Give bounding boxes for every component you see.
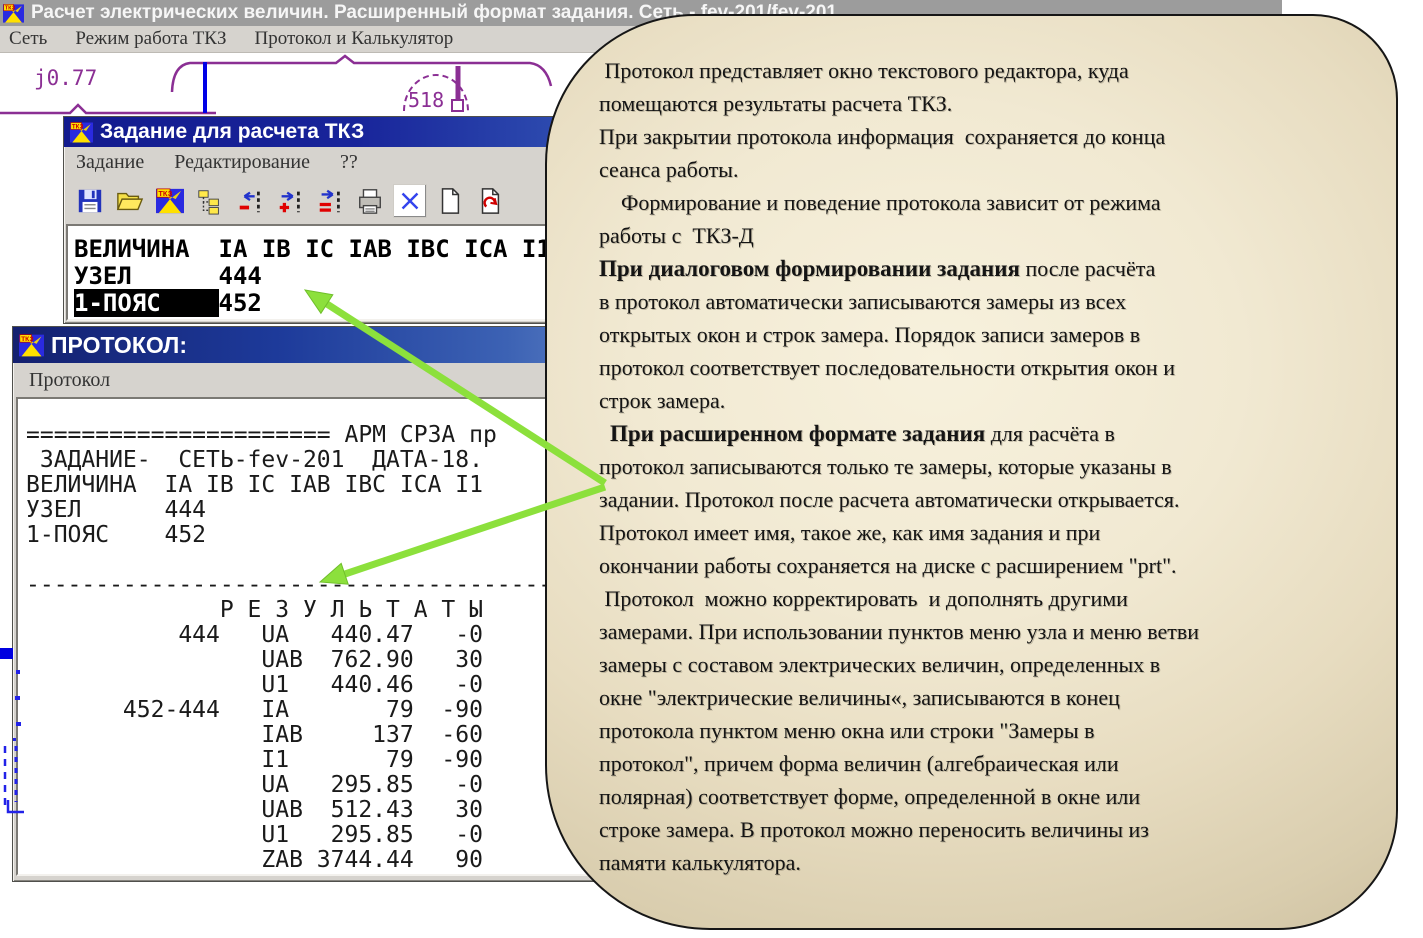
move-left-remove-button[interactable] — [234, 185, 266, 217]
open-button[interactable] — [114, 185, 146, 217]
delete-x-icon — [396, 187, 424, 215]
callout-paragraph: Протокол представляет окно текстового ре… — [599, 58, 1165, 248]
menu-set[interactable]: Сеть — [9, 28, 47, 50]
delete-button[interactable] — [394, 185, 426, 217]
move-right-add-button[interactable] — [274, 185, 306, 217]
menu-help[interactable]: ?? — [340, 151, 358, 174]
callout-bold-dialog-mode: При диалоговом формировании задания — [599, 256, 1020, 281]
callout-text: Протокол представляет окно текстового ре… — [599, 54, 1372, 879]
tkz-window-icon: ТКЗ — [70, 121, 93, 144]
move-left-remove-icon — [236, 187, 264, 215]
tkz-window-icon: ТКЗ — [19, 333, 44, 358]
svg-text:ТКЗ: ТКЗ — [72, 123, 84, 130]
screen: { "main_window": { "title": "Расчет элек… — [0, 0, 1423, 938]
print-icon — [356, 187, 384, 215]
new-doc-button[interactable] — [434, 185, 466, 217]
callout-bold-extended-mode: При расширенном формате задания — [610, 421, 985, 446]
menu-protokol-kalkulyator[interactable]: Протокол и Калькулятор — [255, 28, 454, 50]
current-label: 518 — [408, 88, 444, 112]
append-right-button[interactable] — [314, 185, 346, 217]
callout-paragraph: для расчёта в протокол записываются толь… — [599, 421, 1199, 875]
open-folder-icon — [116, 187, 144, 215]
save-button[interactable] — [74, 185, 106, 217]
task-window-title: Задание для расчета ТКЗ — [100, 120, 364, 144]
tkz-app-icon: ТКЗ — [3, 3, 24, 24]
diagram-fragment-marks — [0, 640, 30, 830]
append-right-icon — [316, 187, 344, 215]
network-diagram: 518 j0.77 — [0, 52, 570, 122]
print-button[interactable] — [354, 185, 386, 217]
selected-cell[interactable]: 1-ПОЯС — [74, 289, 219, 317]
protocol-window-title: ПРОТОКОЛ: — [51, 332, 187, 359]
svg-text:ТКЗ: ТКЗ — [21, 335, 34, 342]
reactance-label: j0.77 — [34, 66, 97, 90]
menu-zadanie[interactable]: Задание — [76, 151, 144, 174]
revert-doc-icon — [476, 187, 504, 215]
svg-text:ТКЗ: ТКЗ — [5, 5, 16, 11]
callout-paragraph: после расчёта в протокол автоматически з… — [599, 256, 1175, 446]
menu-rezhim-tkz[interactable]: Режим работа ТКЗ — [75, 28, 226, 50]
new-doc-icon — [436, 187, 464, 215]
menu-redaktirovanie[interactable]: Редактирование — [174, 151, 310, 174]
svg-text:ТКЗ: ТКЗ — [158, 189, 172, 198]
selected-cell-value: 452 — [219, 289, 262, 317]
save-icon — [76, 187, 104, 215]
tree-icon — [196, 187, 224, 215]
menu-protokol[interactable]: Протокол — [29, 369, 110, 392]
move-right-add-icon — [276, 187, 304, 215]
callout-bubble: Протокол представляет окно текстового ре… — [545, 14, 1398, 930]
node-square — [452, 100, 463, 111]
tree-button[interactable] — [194, 185, 226, 217]
revert-doc-button[interactable] — [474, 185, 506, 217]
tkz-button[interactable]: ТКЗ — [154, 185, 186, 217]
tkz-logo-icon: ТКЗ — [156, 187, 184, 215]
